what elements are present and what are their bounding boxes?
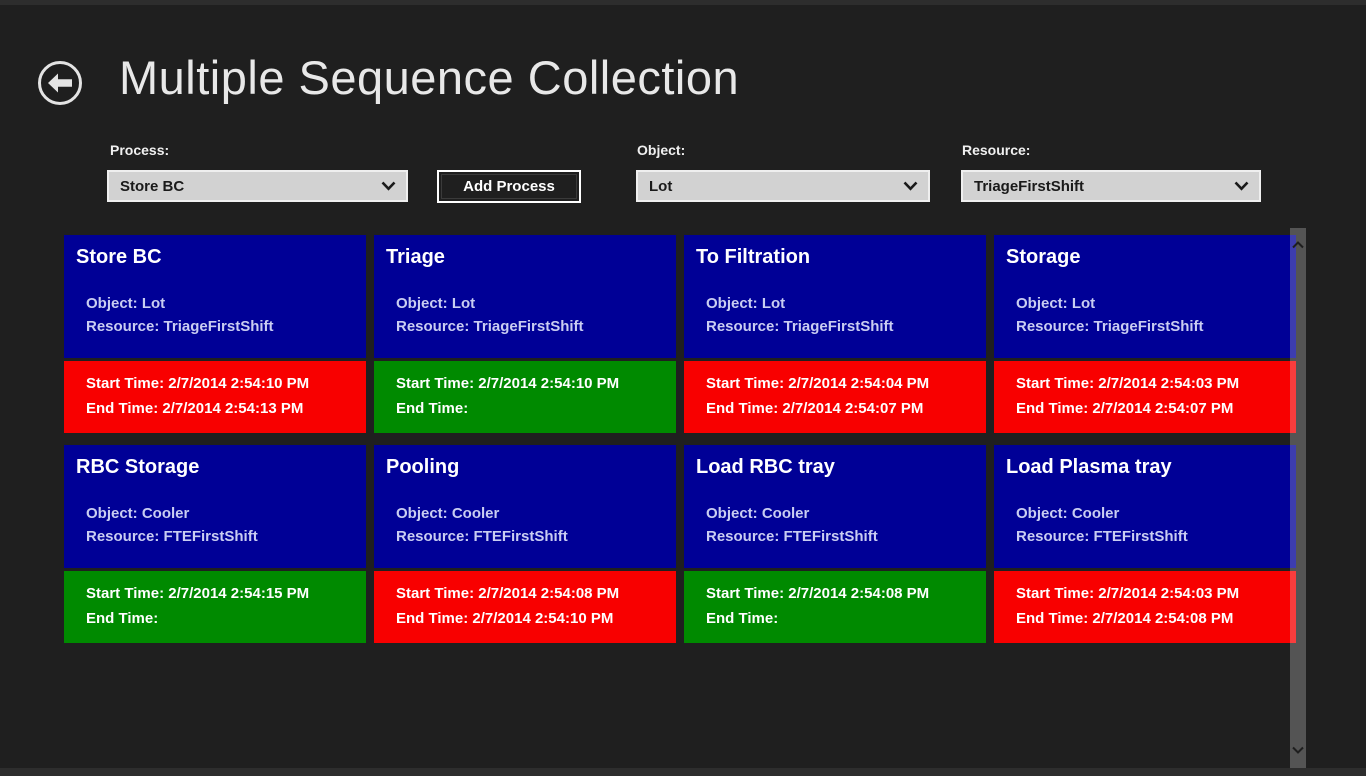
card-header: Triage Object: Lot Resource: TriageFirst… bbox=[374, 235, 676, 358]
sequence-card[interactable]: Storage Object: Lot Resource: TriageFirs… bbox=[994, 235, 1296, 433]
card-end-time: End Time: bbox=[706, 606, 978, 631]
card-end-time: End Time: 2/7/2014 2:54:07 PM bbox=[706, 396, 978, 421]
sequence-card-grid: Store BC Object: Lot Resource: TriageFir… bbox=[64, 235, 1296, 643]
card-resource: Resource: FTEFirstShift bbox=[706, 525, 976, 548]
back-arrow-icon bbox=[47, 72, 73, 94]
card-object: Object: Lot bbox=[86, 292, 356, 315]
card-time-panel: Start Time: 2/7/2014 2:54:03 PM End Time… bbox=[994, 361, 1296, 433]
card-time-panel: Start Time: 2/7/2014 2:54:10 PM End Time… bbox=[64, 361, 366, 433]
sequence-card[interactable]: Pooling Object: Cooler Resource: FTEFirs… bbox=[374, 445, 676, 643]
card-resource: Resource: TriageFirstShift bbox=[396, 315, 666, 338]
back-button[interactable] bbox=[38, 61, 82, 105]
scroll-up-icon[interactable] bbox=[1292, 241, 1304, 249]
page-title: Multiple Sequence Collection bbox=[119, 50, 739, 105]
card-header: RBC Storage Object: Cooler Resource: FTE… bbox=[64, 445, 366, 568]
card-title: Storage bbox=[1006, 246, 1286, 269]
add-process-button-label: Add Process bbox=[463, 178, 555, 195]
card-title: Triage bbox=[386, 246, 666, 269]
card-object: Object: Lot bbox=[706, 292, 976, 315]
card-header: Pooling Object: Cooler Resource: FTEFirs… bbox=[374, 445, 676, 568]
scroll-down-icon[interactable] bbox=[1292, 746, 1304, 754]
resource-dropdown[interactable]: TriageFirstShift bbox=[961, 170, 1261, 202]
card-header: To Filtration Object: Lot Resource: Tria… bbox=[684, 235, 986, 358]
card-title: Store BC bbox=[76, 246, 356, 269]
card-start-time: Start Time: 2/7/2014 2:54:08 PM bbox=[396, 581, 668, 606]
card-object: Object: Cooler bbox=[396, 502, 666, 525]
card-header: Load RBC tray Object: Cooler Resource: F… bbox=[684, 445, 986, 568]
card-title: To Filtration bbox=[696, 246, 976, 269]
process-dropdown[interactable]: Store BC bbox=[107, 170, 408, 202]
card-resource: Resource: TriageFirstShift bbox=[1016, 315, 1286, 338]
card-end-time: End Time: 2/7/2014 2:54:10 PM bbox=[396, 606, 668, 631]
card-time-panel: Start Time: 2/7/2014 2:54:03 PM End Time… bbox=[994, 571, 1296, 643]
card-start-time: Start Time: 2/7/2014 2:54:10 PM bbox=[86, 371, 358, 396]
card-start-time: Start Time: 2/7/2014 2:54:15 PM bbox=[86, 581, 358, 606]
card-time-panel: Start Time: 2/7/2014 2:54:10 PM End Time… bbox=[374, 361, 676, 433]
chevron-down-icon bbox=[381, 181, 396, 191]
card-resource: Resource: FTEFirstShift bbox=[86, 525, 356, 548]
sequence-card[interactable]: Load RBC tray Object: Cooler Resource: F… bbox=[684, 445, 986, 643]
sequence-card[interactable]: Load Plasma tray Object: Cooler Resource… bbox=[994, 445, 1296, 643]
card-end-time: End Time: 2/7/2014 2:54:13 PM bbox=[86, 396, 358, 421]
card-object: Object: Lot bbox=[1016, 292, 1286, 315]
card-object: Object: Cooler bbox=[706, 502, 976, 525]
object-dropdown[interactable]: Lot bbox=[636, 170, 930, 202]
window-top-edge bbox=[0, 0, 1366, 5]
card-title: Pooling bbox=[386, 456, 666, 479]
card-end-time: End Time: 2/7/2014 2:54:07 PM bbox=[1016, 396, 1288, 421]
card-time-panel: Start Time: 2/7/2014 2:54:08 PM End Time… bbox=[374, 571, 676, 643]
card-end-time: End Time: bbox=[396, 396, 668, 421]
card-start-time: Start Time: 2/7/2014 2:54:08 PM bbox=[706, 581, 978, 606]
card-resource: Resource: FTEFirstShift bbox=[396, 525, 666, 548]
resource-label: Resource: bbox=[962, 142, 1030, 158]
card-start-time: Start Time: 2/7/2014 2:54:10 PM bbox=[396, 371, 668, 396]
resource-dropdown-value: TriageFirstShift bbox=[974, 178, 1084, 195]
sequence-card[interactable]: RBC Storage Object: Cooler Resource: FTE… bbox=[64, 445, 366, 643]
card-resource: Resource: TriageFirstShift bbox=[706, 315, 976, 338]
card-title: Load RBC tray bbox=[696, 456, 976, 479]
card-time-panel: Start Time: 2/7/2014 2:54:15 PM End Time… bbox=[64, 571, 366, 643]
object-dropdown-value: Lot bbox=[649, 178, 672, 195]
card-start-time: Start Time: 2/7/2014 2:54:04 PM bbox=[706, 371, 978, 396]
vertical-scrollbar[interactable] bbox=[1290, 228, 1306, 768]
sequence-card[interactable]: Store BC Object: Lot Resource: TriageFir… bbox=[64, 235, 366, 433]
card-header: Storage Object: Lot Resource: TriageFirs… bbox=[994, 235, 1296, 358]
card-time-panel: Start Time: 2/7/2014 2:54:08 PM End Time… bbox=[684, 571, 986, 643]
card-object: Object: Cooler bbox=[86, 502, 356, 525]
chevron-down-icon bbox=[1234, 181, 1249, 191]
card-start-time: Start Time: 2/7/2014 2:54:03 PM bbox=[1016, 581, 1288, 606]
chevron-down-icon bbox=[903, 181, 918, 191]
card-object: Object: Lot bbox=[396, 292, 666, 315]
add-process-button[interactable]: Add Process bbox=[437, 170, 581, 203]
card-title: Load Plasma tray bbox=[1006, 456, 1286, 479]
window-bottom-edge bbox=[0, 768, 1366, 776]
card-time-panel: Start Time: 2/7/2014 2:54:04 PM End Time… bbox=[684, 361, 986, 433]
object-label: Object: bbox=[637, 142, 685, 158]
card-object: Object: Cooler bbox=[1016, 502, 1286, 525]
card-title: RBC Storage bbox=[76, 456, 356, 479]
card-start-time: Start Time: 2/7/2014 2:54:03 PM bbox=[1016, 371, 1288, 396]
card-header: Load Plasma tray Object: Cooler Resource… bbox=[994, 445, 1296, 568]
card-header: Store BC Object: Lot Resource: TriageFir… bbox=[64, 235, 366, 358]
sequence-card[interactable]: To Filtration Object: Lot Resource: Tria… bbox=[684, 235, 986, 433]
sequence-card[interactable]: Triage Object: Lot Resource: TriageFirst… bbox=[374, 235, 676, 433]
process-label: Process: bbox=[110, 142, 169, 158]
card-end-time: End Time: 2/7/2014 2:54:08 PM bbox=[1016, 606, 1288, 631]
card-resource: Resource: FTEFirstShift bbox=[1016, 525, 1286, 548]
card-resource: Resource: TriageFirstShift bbox=[86, 315, 356, 338]
card-end-time: End Time: bbox=[86, 606, 358, 631]
process-dropdown-value: Store BC bbox=[120, 178, 184, 195]
